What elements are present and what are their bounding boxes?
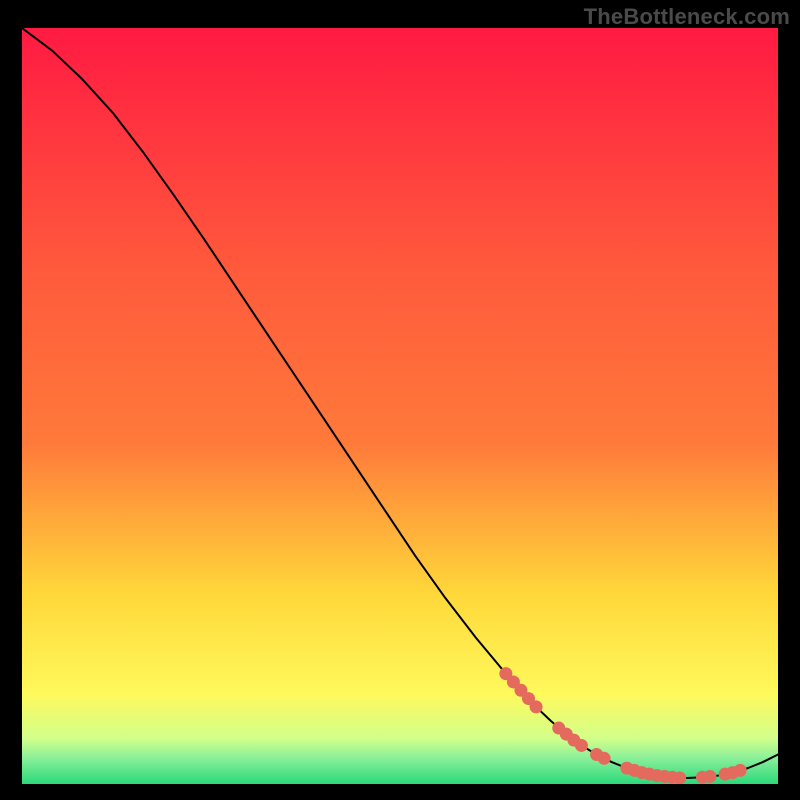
- bottleneck-plot: [22, 28, 778, 784]
- data-dot: [673, 771, 686, 784]
- data-dot: [575, 739, 588, 752]
- data-dot: [734, 764, 747, 777]
- data-dot: [598, 752, 611, 765]
- data-dot: [703, 770, 716, 783]
- data-dot: [530, 700, 543, 713]
- chart-stage: TheBottleneck.com: [0, 0, 800, 800]
- watermark-text: TheBottleneck.com: [584, 4, 790, 30]
- plot-svg: [22, 28, 778, 784]
